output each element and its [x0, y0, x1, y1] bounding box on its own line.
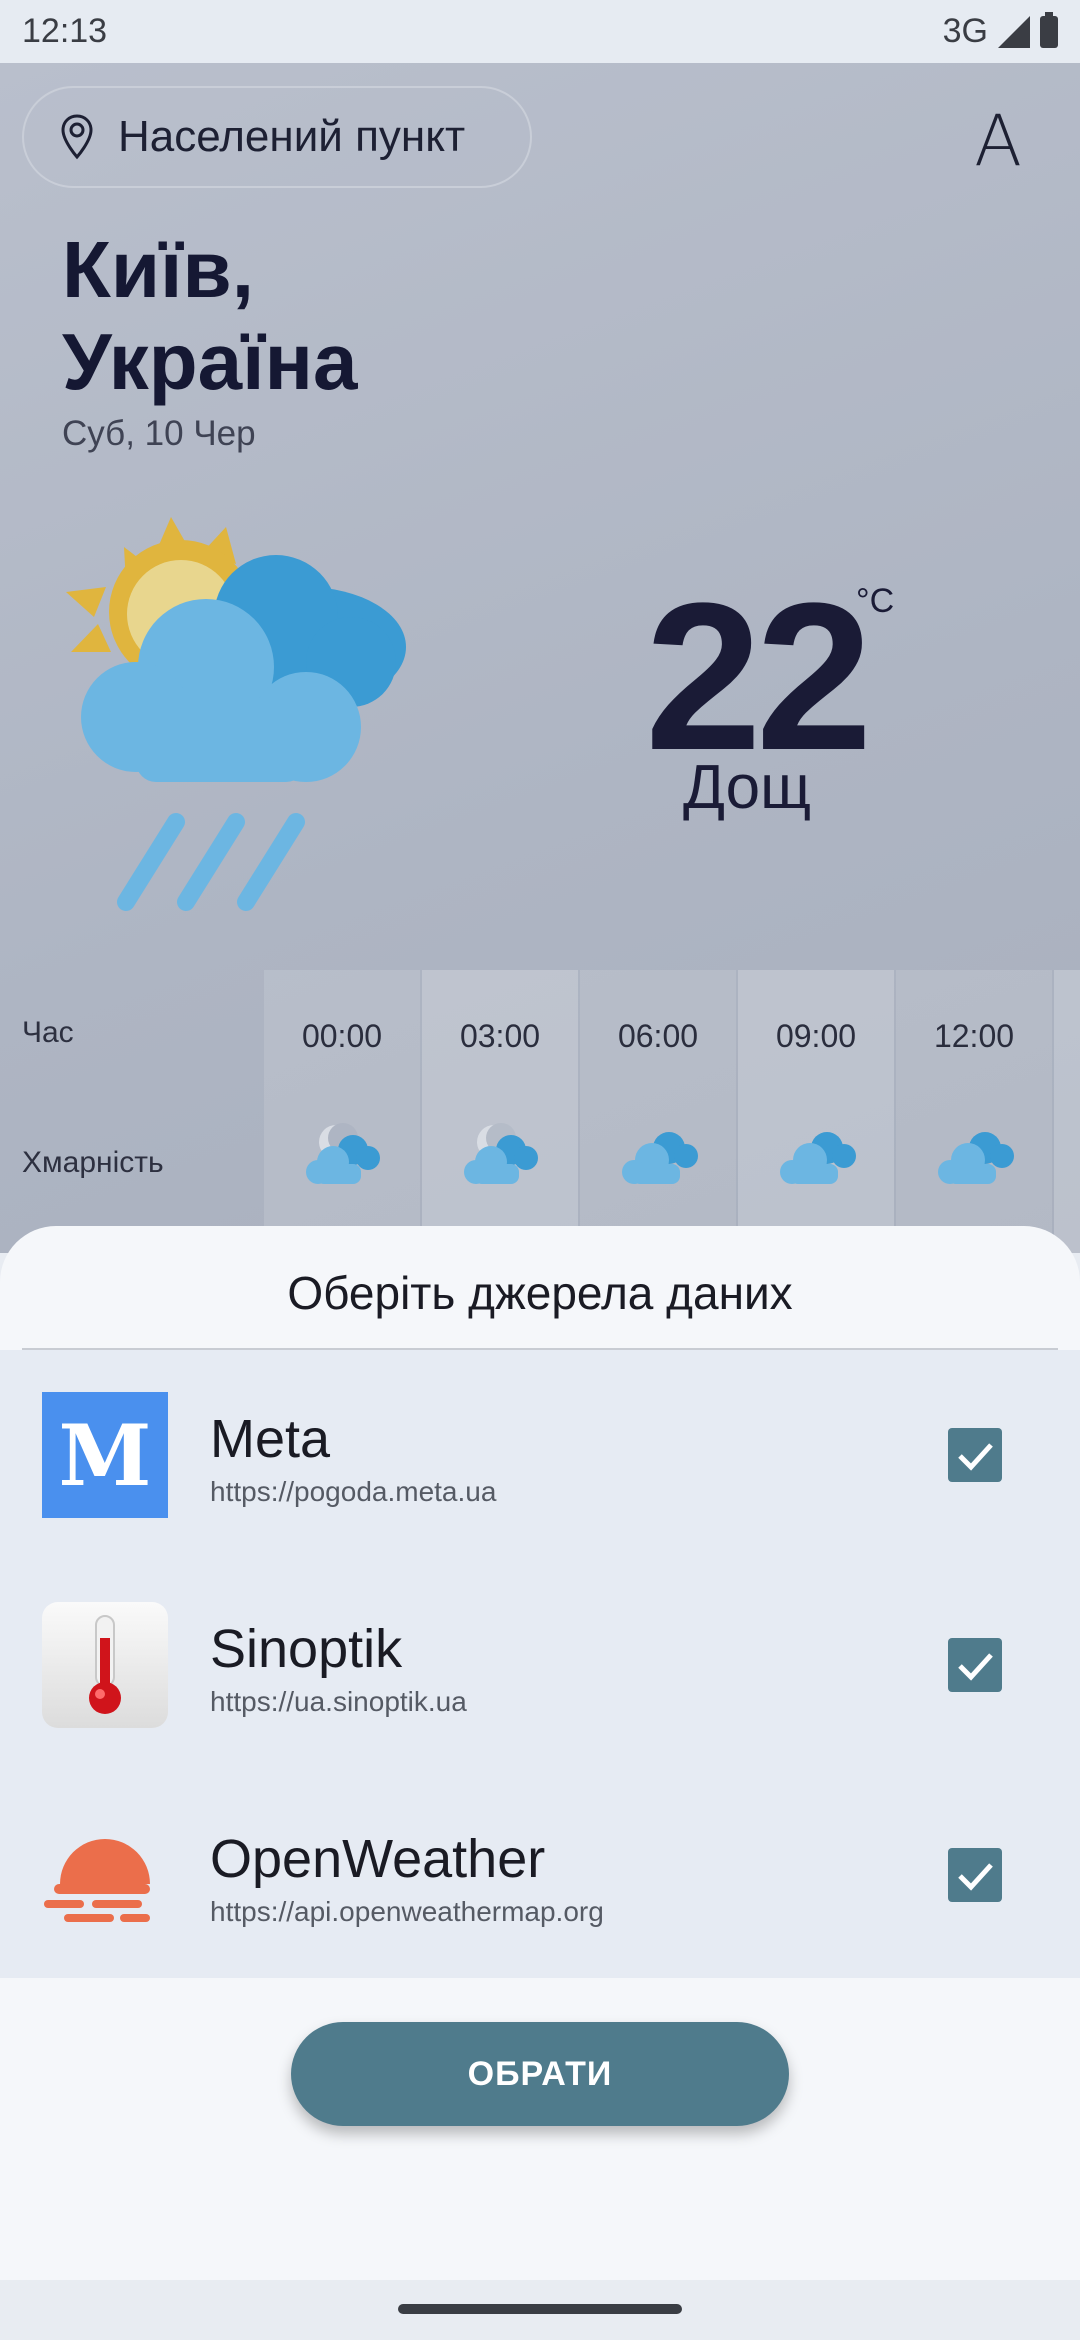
forecast-time: 12:00: [933, 1018, 1015, 1054]
source-item-sinoptik[interactable]: Sinoptik https://ua.sinoptik.ua: [0, 1560, 1080, 1770]
forecast-time: 00:00: [301, 1018, 383, 1054]
location-pin-icon: [61, 114, 93, 160]
source-url: https://ua.sinoptik.ua: [210, 1686, 467, 1717]
temperature-value: 22: [645, 559, 873, 794]
source-item-openweather[interactable]: OpenWeather https://api.openweathermap.o…: [0, 1770, 1080, 1980]
check-icon: [958, 1443, 993, 1471]
city-name: Київ, Україна: [62, 224, 357, 408]
forecast-column: 00:00: [264, 970, 420, 1253]
check-icon: [958, 1653, 993, 1681]
meta-logo-letter: M: [58, 1405, 152, 1505]
source-list: M Meta https://pogoda.meta.ua Sinoptik h…: [0, 1350, 1080, 1978]
status-bar: 12:13 3G: [0, 0, 1080, 63]
cloud-icon: [780, 1132, 856, 1184]
sun-cloud-rain-icon: [66, 517, 406, 911]
city-line: Київ,: [62, 225, 254, 314]
check-icon: [958, 1863, 993, 1891]
moon-cloud-icon: [464, 1123, 538, 1184]
moon-cloud-icon: [306, 1123, 380, 1184]
forecast-time: 03:00: [459, 1018, 541, 1054]
signal-icon: [998, 15, 1030, 48]
location-search-field[interactable]: Населений пункт: [22, 86, 532, 188]
time-row-label: Час: [22, 1016, 74, 1049]
source-checkbox[interactable]: [948, 1428, 1002, 1482]
source-name: Meta: [210, 1409, 331, 1469]
forecast-time: 09:00: [775, 1018, 857, 1054]
openweather-sun-icon: [44, 1839, 150, 1922]
status-icons: 3G: [942, 11, 1058, 51]
source-url: https://pogoda.meta.ua: [210, 1476, 497, 1507]
choose-button[interactable]: ОБРАТИ: [291, 2022, 789, 2126]
forecast-column: 03:00: [422, 970, 578, 1253]
temperature-unit: °C: [856, 582, 895, 620]
cloud-icon: [622, 1132, 698, 1184]
location-placeholder: Населений пункт: [118, 112, 466, 161]
source-checkbox[interactable]: [948, 1848, 1002, 1902]
cloudiness-row-label: Хмарність: [22, 1146, 164, 1179]
source-name: OpenWeather: [210, 1829, 546, 1889]
forecast-column-partial: [1054, 970, 1080, 1253]
weather-condition: Дощ: [683, 753, 812, 822]
home-gesture-handle[interactable]: [398, 2304, 682, 2314]
forecast-time: 06:00: [617, 1018, 699, 1054]
source-name: Sinoptik: [210, 1619, 403, 1679]
meta-logo-icon: M: [42, 1392, 168, 1518]
cloud-icon: [938, 1132, 1014, 1184]
data-sources-sheet: Оберіть джерела даних M Meta https://pog…: [0, 1226, 1080, 2280]
sheet-title: Оберіть джерела даних: [287, 1267, 793, 1319]
battery-icon: [1040, 11, 1058, 48]
network-type: 3G: [942, 12, 988, 50]
hourly-forecast[interactable]: Час Хмарність 00:00 03:00 06:00 09:00 12…: [0, 970, 1080, 1253]
navigation-bar: [0, 2280, 1080, 2340]
status-time: 12:13: [22, 12, 108, 50]
source-url: https://api.openweathermap.org: [210, 1896, 604, 1927]
forecast-column: 12:00: [896, 970, 1052, 1253]
current-date: Суб, 10 Чер: [62, 414, 256, 453]
country-line: Україна: [62, 317, 358, 406]
source-checkbox[interactable]: [948, 1638, 1002, 1692]
forecast-column: 06:00: [580, 970, 736, 1253]
thermometer-icon: [42, 1602, 168, 1728]
font-size-button[interactable]: A: [974, 100, 1022, 182]
source-item-meta[interactable]: M Meta https://pogoda.meta.ua: [0, 1350, 1080, 1560]
forecast-column: 09:00: [738, 970, 894, 1253]
